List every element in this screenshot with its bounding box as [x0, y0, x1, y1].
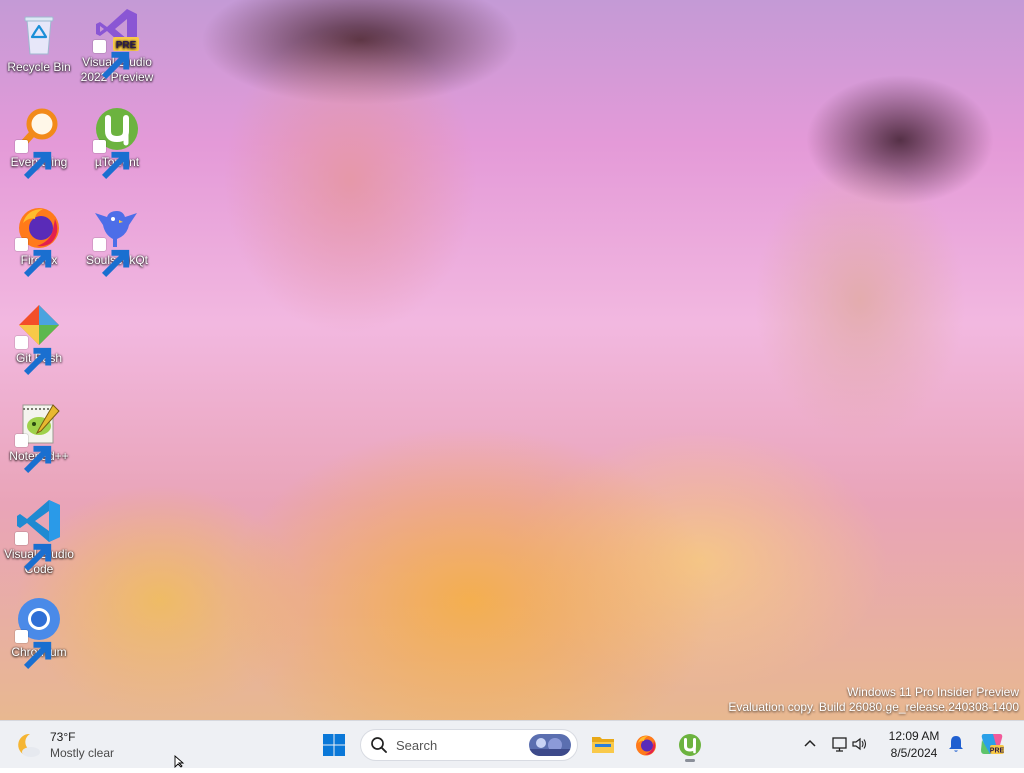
desktop-icon-everything[interactable]: Everything	[1, 105, 77, 180]
vscode-icon	[15, 497, 63, 572]
folder-icon	[592, 737, 614, 753]
desktop-icon-git-bash[interactable]: Git Bash	[1, 301, 77, 376]
taskbar: 73°F Mostly clear Search 12:09 AM 8/5/20…	[0, 720, 1024, 768]
firefox-icon	[15, 203, 63, 278]
recycle-bin-icon	[15, 10, 63, 58]
utorrent-icon	[93, 105, 141, 180]
clock-time: 12:09 AM	[888, 729, 940, 743]
shortcut-arrow-icon	[15, 140, 52, 180]
start-button[interactable]	[316, 727, 352, 763]
search-highlight-image	[529, 734, 571, 756]
taskbar-firefox[interactable]	[628, 727, 664, 763]
weather-widget[interactable]: 73°F Mostly clear	[14, 727, 164, 763]
desktop-wallpaper[interactable]: Recycle Bin PRE Visual Studio 2022 Previ…	[0, 0, 1024, 720]
notifications-button[interactable]	[946, 733, 966, 755]
search-icon	[371, 737, 387, 753]
moon-weather-icon	[18, 733, 40, 757]
network-icon	[832, 737, 847, 752]
desktop-icon-chromium[interactable]: Chromium	[1, 595, 77, 670]
everything-search-icon	[15, 105, 63, 180]
notepad-plus-plus-icon	[15, 399, 63, 474]
shortcut-arrow-icon	[93, 40, 130, 80]
shortcut-arrow-icon	[15, 532, 52, 572]
desktop-icon-notepad-plus-plus[interactable]: Notepad++	[1, 399, 77, 474]
copilot-icon: PRE	[981, 734, 1005, 755]
show-hidden-icons-button[interactable]	[800, 733, 820, 755]
taskbar-clock[interactable]: 12:09 AM 8/5/2024	[880, 728, 948, 762]
utorrent-icon	[679, 734, 701, 756]
desktop-icon-visual-studio-preview[interactable]: PRE Visual Studio 2022 Preview	[79, 5, 155, 85]
watermark-build: Evaluation copy. Build 26080.ge_release.…	[728, 700, 1019, 714]
svg-text:PRE: PRE	[990, 748, 1005, 755]
clock-date: 8/5/2024	[890, 746, 938, 760]
shortcut-arrow-icon	[15, 630, 52, 670]
weather-temperature: 73°F	[50, 730, 76, 744]
search-placeholder: Search	[396, 738, 438, 753]
desktop-icon-recycle-bin[interactable]: Recycle Bin	[1, 10, 77, 75]
mouse-cursor-icon	[174, 755, 186, 769]
shortcut-arrow-icon	[15, 238, 52, 278]
desktop-icon-utorrent[interactable]: µTorrent	[79, 105, 155, 180]
visual-studio-preview-icon: PRE	[93, 5, 141, 80]
desktop-icon-firefox[interactable]: Firefox	[1, 203, 77, 278]
running-indicator	[685, 759, 695, 762]
desktop-icon-vscode[interactable]: Visual Studio Code	[1, 497, 77, 577]
desktop-icon-label: Recycle Bin	[7, 60, 71, 74]
shortcut-arrow-icon	[15, 336, 52, 376]
windows-start-icon	[323, 734, 345, 756]
desktop-icon-soulseek[interactable]: SoulseekQt	[79, 203, 155, 278]
taskbar-file-explorer[interactable]	[585, 727, 621, 763]
chromium-icon	[15, 595, 63, 670]
soulseek-icon	[93, 203, 141, 278]
network-volume-icons	[832, 737, 867, 752]
chevron-up-icon	[804, 739, 816, 747]
taskbar-utorrent[interactable]	[672, 727, 708, 763]
weather-condition: Mostly clear	[50, 746, 115, 760]
copilot-button[interactable]: PRE	[978, 730, 1006, 758]
quick-settings-button[interactable]	[830, 733, 870, 755]
git-bash-icon	[15, 301, 63, 376]
taskbar-search-box[interactable]: Search	[360, 729, 578, 761]
windows-watermark: Windows 11 Pro Insider Preview Evaluatio…	[728, 685, 1019, 715]
watermark-edition: Windows 11 Pro Insider Preview	[847, 685, 1019, 699]
firefox-icon	[636, 735, 656, 756]
bell-icon	[949, 736, 963, 752]
shortcut-arrow-icon	[93, 140, 130, 180]
volume-icon	[852, 737, 867, 751]
shortcut-arrow-icon	[15, 434, 52, 474]
shortcut-arrow-icon	[93, 238, 130, 278]
